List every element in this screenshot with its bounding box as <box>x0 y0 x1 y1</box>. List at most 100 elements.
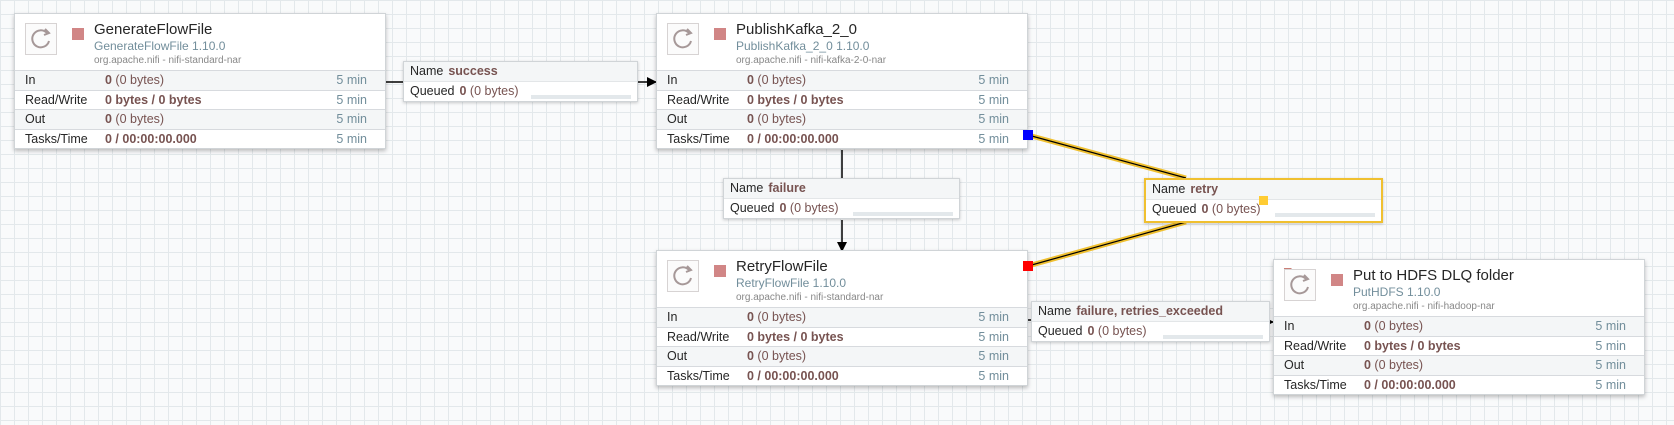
processor-retryflowfile[interactable]: RetryFlowFile RetryFlowFile 1.10.0 org.a… <box>656 250 1028 386</box>
stat-window: 5 min <box>336 112 367 126</box>
connection-name-row: Name success <box>404 62 637 82</box>
stat-label: In <box>1284 319 1295 333</box>
stat-label: Tasks/Time <box>667 131 730 146</box>
stat-window: 5 min <box>978 112 1009 126</box>
processor-type: PutHDFS 1.10.0 <box>1353 285 1441 299</box>
processor-icon <box>1284 269 1316 301</box>
stat-label: Read/Write <box>1284 338 1347 353</box>
stat-value: 0 / 00:00:00.000 <box>105 131 197 146</box>
stat-row-tasks: Tasks/Time 0 / 00:00:00.000 5 min <box>657 128 1027 149</box>
queue-progress-bar <box>1163 335 1263 339</box>
processor-bundle: org.apache.nifi - nifi-standard-nar <box>94 55 242 66</box>
stopped-square-icon <box>1331 274 1343 286</box>
connection-line-retry[interactable] <box>1027 221 1187 267</box>
stat-label: Read/Write <box>25 92 88 107</box>
processor-icon <box>667 23 699 55</box>
processor-puthdfs[interactable]: ⛨ Put to HDFS DLQ folder PutHDFS 1.10.0 … <box>1273 259 1645 395</box>
stat-row-in: In 0 (0 bytes) 5 min <box>15 70 385 90</box>
stat-row-out: Out 0 (0 bytes) 5 min <box>15 109 385 129</box>
stat-label: Tasks/Time <box>25 131 88 146</box>
retry-midpoint-handle[interactable] <box>1259 196 1268 205</box>
connection-queue-row: Queued 0 (0 bytes) <box>1032 322 1269 342</box>
stat-row-out: Out 0 (0 bytes) 5 min <box>1274 355 1644 375</box>
processor-bundle: org.apache.nifi - nifi-kafka-2-0-nar <box>736 55 887 66</box>
stat-window: 5 min <box>978 131 1009 146</box>
processor-publishkafka[interactable]: PublishKafka_2_0 PublishKafka_2_0 1.10.0… <box>656 13 1028 149</box>
stat-window: 5 min <box>1595 358 1626 372</box>
processor-type: PublishKafka_2_0 1.10.0 <box>736 39 870 53</box>
stat-window: 5 min <box>1595 377 1626 392</box>
stat-window: 5 min <box>336 131 367 146</box>
connection-queue-row: Queued 0 (0 bytes) <box>404 82 637 102</box>
queue-progress-bar <box>853 212 953 216</box>
stat-row-readwrite: Read/Write 0 bytes / 0 bytes 5 min <box>15 89 385 110</box>
stat-value: 0 / 00:00:00.000 <box>1364 377 1456 392</box>
stat-label: In <box>667 310 678 324</box>
stat-value: 0 (0 bytes) <box>747 112 807 126</box>
connection-label-success[interactable]: Name success Queued 0 (0 bytes) <box>403 61 638 102</box>
connection-queue-row: Queued 0 (0 bytes) <box>724 199 959 219</box>
processor-name: PublishKafka_2_0 <box>736 21 857 38</box>
connection-label-failure[interactable]: Name failure Queued 0 (0 bytes) <box>723 178 960 219</box>
queue-progress-bar <box>531 95 631 99</box>
stat-window: 5 min <box>978 73 1009 87</box>
processor-bundle: org.apache.nifi - nifi-standard-nar <box>736 292 884 303</box>
stat-row-readwrite: Read/Write 0 bytes / 0 bytes 5 min <box>657 326 1027 347</box>
stat-label: Tasks/Time <box>1284 377 1347 392</box>
processor-name: RetryFlowFile <box>736 258 828 275</box>
stat-value: 0 / 00:00:00.000 <box>747 368 839 383</box>
stat-label: Read/Write <box>667 92 730 107</box>
stat-window: 5 min <box>1595 338 1626 353</box>
stat-label: Out <box>667 349 688 363</box>
stat-window: 5 min <box>978 368 1009 383</box>
connection-queued: 0 (0 bytes) <box>459 84 519 98</box>
stopped-square-icon <box>714 28 726 40</box>
stat-row-in: In 0 (0 bytes) 5 min <box>657 307 1027 327</box>
connection-name: failure <box>768 181 806 195</box>
connection-queued: 0 (0 bytes) <box>1087 324 1147 338</box>
processor-generateflowfile[interactable]: GenerateFlowFile GenerateFlowFile 1.10.0… <box>14 13 386 149</box>
connection-name: failure, retries_exceeded <box>1076 304 1223 318</box>
stat-row-out: Out 0 (0 bytes) 5 min <box>657 109 1027 129</box>
stat-label: Out <box>667 112 688 126</box>
retry-target-handle[interactable] <box>1023 130 1033 140</box>
stopped-square-icon <box>714 265 726 277</box>
stat-value: 0 (0 bytes) <box>747 73 807 87</box>
stat-value: 0 bytes / 0 bytes <box>747 329 844 344</box>
stat-row-tasks: Tasks/Time 0 / 00:00:00.000 5 min <box>657 365 1027 386</box>
connection-queued: 0 (0 bytes) <box>779 201 839 215</box>
stat-row-readwrite: Read/Write 0 bytes / 0 bytes 5 min <box>657 89 1027 110</box>
processor-bundle: org.apache.nifi - nifi-hadoop-nar <box>1353 301 1495 312</box>
connection-name: retry <box>1190 182 1219 196</box>
queue-progress-bar <box>1275 213 1375 217</box>
connection-queued: 0 (0 bytes) <box>1201 202 1261 216</box>
stat-value: 0 bytes / 0 bytes <box>1364 338 1461 353</box>
retry-source-handle[interactable] <box>1023 261 1033 271</box>
stat-value: 0 (0 bytes) <box>105 73 165 87</box>
stat-row-in: In 0 (0 bytes) 5 min <box>657 70 1027 90</box>
stat-window: 5 min <box>978 349 1009 363</box>
stat-row-in: In 0 (0 bytes) 5 min <box>1274 316 1644 336</box>
connection-label-retries-exceeded[interactable]: Name failure, retries_exceeded Queued 0 (0… <box>1031 301 1270 342</box>
stat-value: 0 (0 bytes) <box>1364 358 1424 372</box>
stat-row-readwrite: Read/Write 0 bytes / 0 bytes 5 min <box>1274 335 1644 356</box>
stat-window: 5 min <box>978 92 1009 107</box>
processor-name: GenerateFlowFile <box>94 21 213 38</box>
stat-label: Out <box>25 112 46 126</box>
stat-value: 0 / 00:00:00.000 <box>747 131 839 146</box>
stat-row-tasks: Tasks/Time 0 / 00:00:00.000 5 min <box>1274 374 1644 395</box>
stat-value: 0 (0 bytes) <box>747 310 807 324</box>
stat-label: Out <box>1284 358 1305 372</box>
connection-line-retry-2[interactable] <box>1027 134 1187 179</box>
connection-name: success <box>448 64 498 78</box>
processor-name: Put to HDFS DLQ folder <box>1353 267 1514 284</box>
stat-label: Tasks/Time <box>667 368 730 383</box>
stat-row-tasks: Tasks/Time 0 / 00:00:00.000 5 min <box>15 128 385 149</box>
stat-window: 5 min <box>336 92 367 107</box>
stat-value: 0 (0 bytes) <box>747 349 807 363</box>
stat-value: 0 (0 bytes) <box>105 112 165 126</box>
connection-name-row: Name failure, retries_exceeded <box>1032 302 1269 322</box>
connection-name-row: Name failure <box>724 179 959 199</box>
stat-window: 5 min <box>336 73 367 87</box>
processor-icon <box>667 260 699 292</box>
